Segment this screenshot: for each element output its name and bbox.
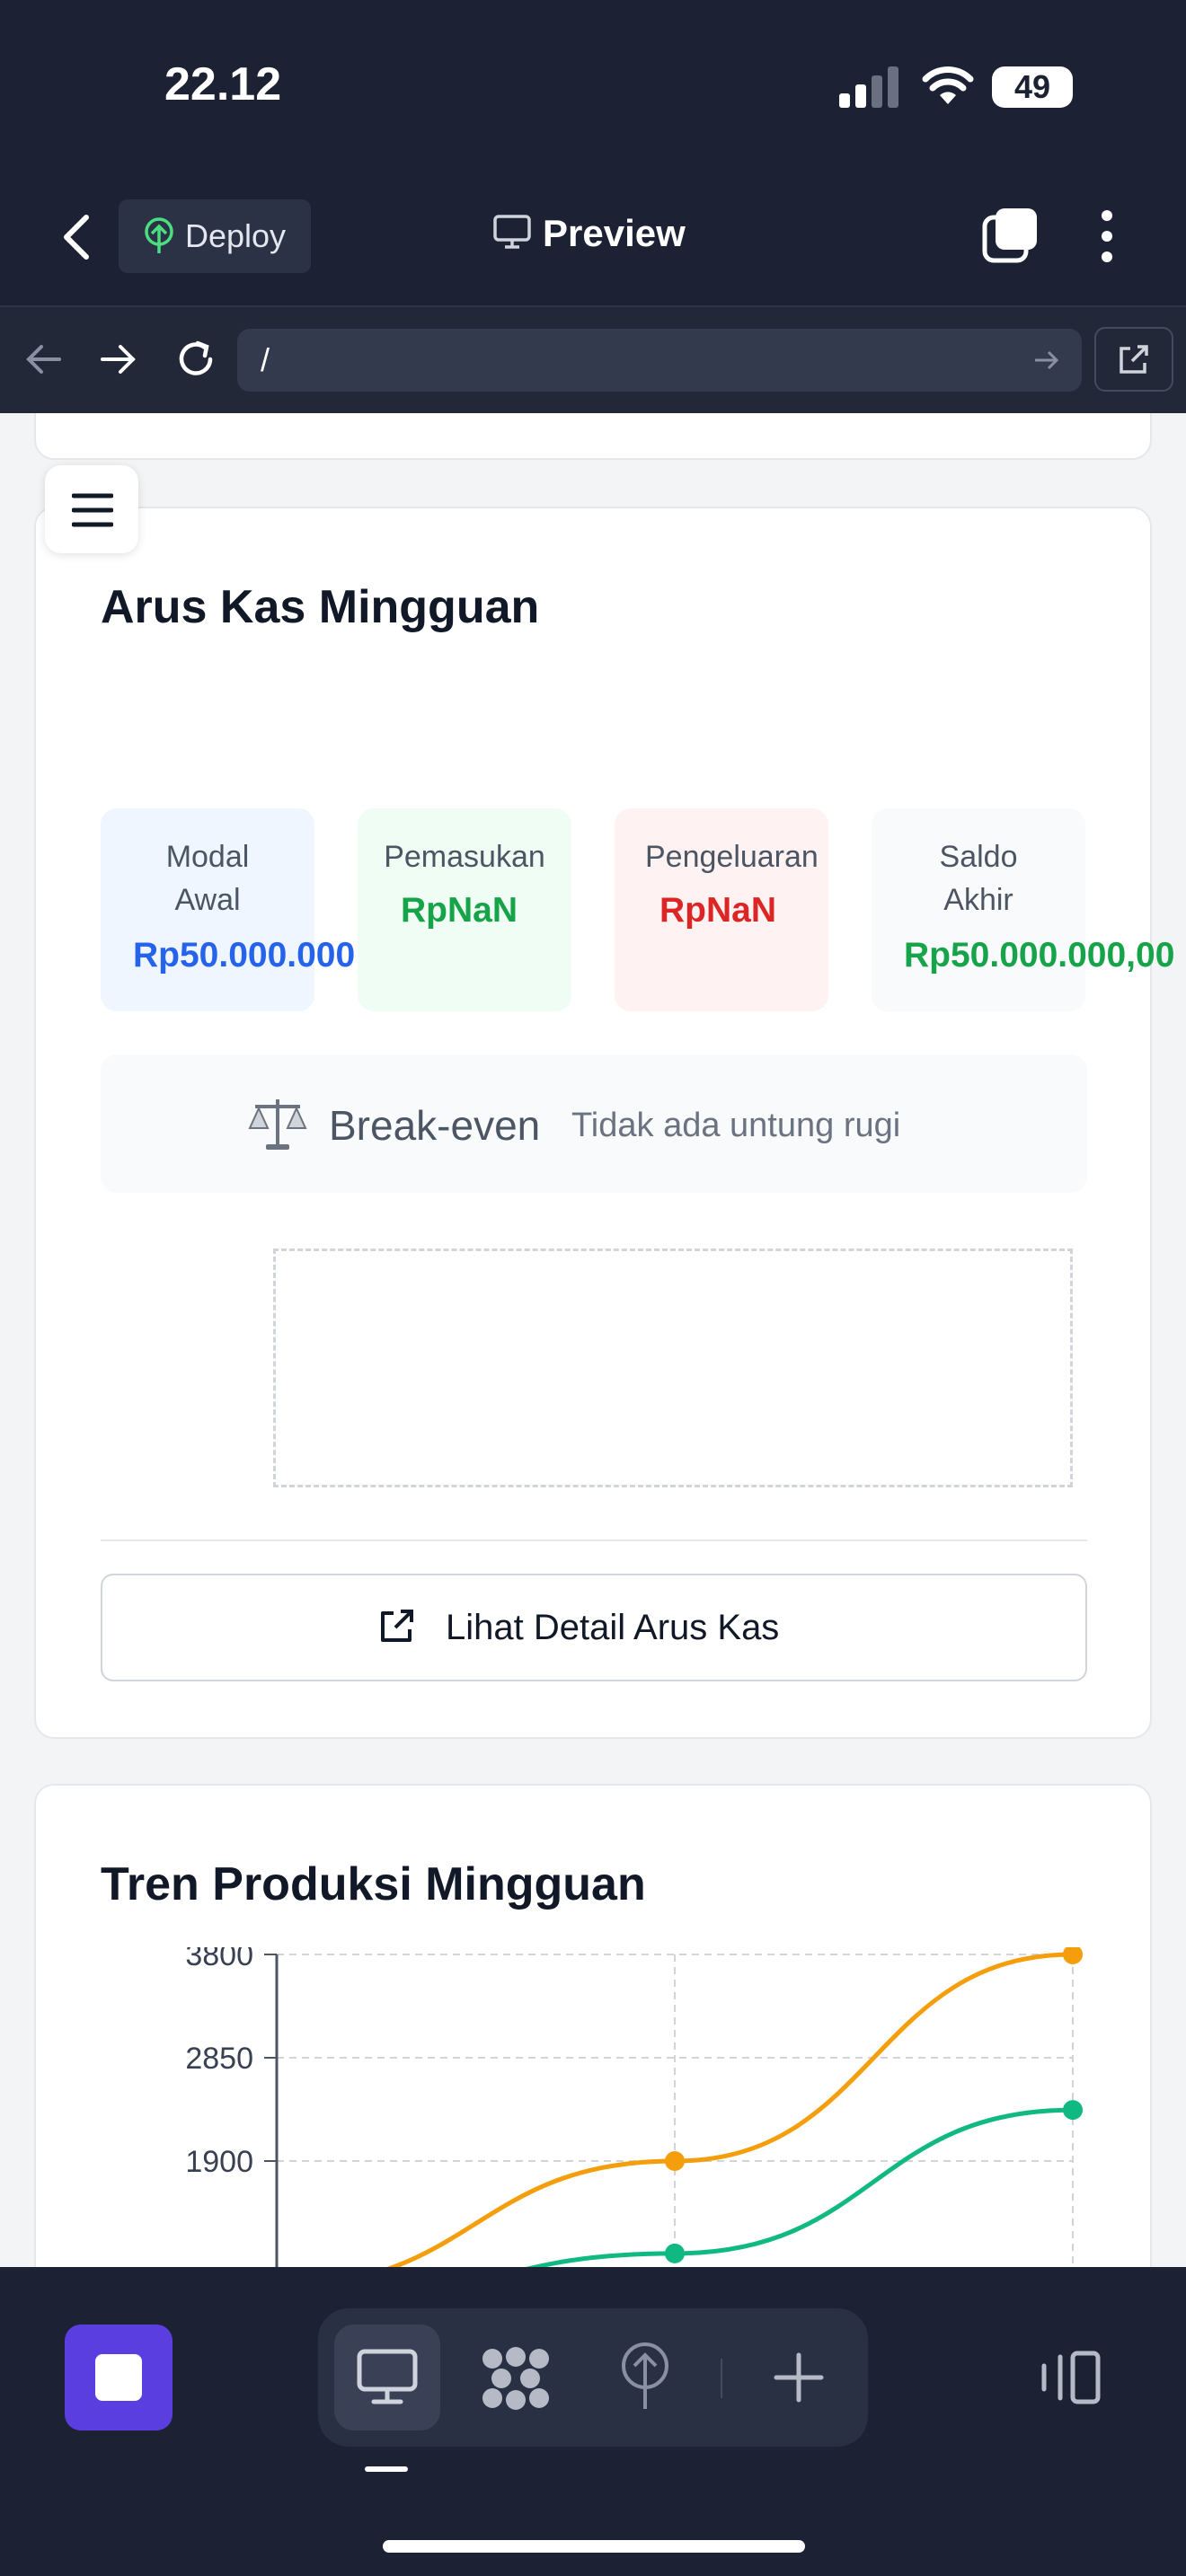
cashflow-card: Arus Kas Mingguan Modal Awal Rp50.000.000… bbox=[34, 507, 1174, 1739]
monitor-icon bbox=[357, 2349, 418, 2404]
stat-label: Pengeluaran bbox=[645, 840, 819, 874]
url-input[interactable]: / bbox=[237, 329, 1082, 392]
go-arrow-icon[interactable] bbox=[1033, 347, 1060, 374]
stat-value: Rp50.000.000,00 bbox=[904, 936, 1175, 975]
pattern-icon[interactable] bbox=[480, 2346, 552, 2411]
data-point bbox=[665, 2243, 685, 2263]
chart-placeholder bbox=[273, 1248, 1073, 1487]
open-external-button[interactable] bbox=[1094, 327, 1173, 392]
y-tick-label: 2850 bbox=[185, 2042, 253, 2076]
home-indicator bbox=[383, 2540, 805, 2553]
stat-modal-awal: Modal Awal Rp50.000.000 bbox=[101, 808, 355, 1011]
wifi-icon bbox=[922, 66, 974, 104]
balance-scale-icon bbox=[248, 1099, 307, 1150]
status-time: 22.12 bbox=[164, 58, 282, 110]
cashflow-detail-button[interactable]: Lihat Detail Arus Kas bbox=[101, 1574, 1087, 1681]
stat-label: Saldo Akhir bbox=[939, 840, 1018, 917]
stat-pemasukan: Pemasukan RpNaN bbox=[358, 808, 571, 1011]
cashflow-detail-label: Lihat Detail Arus Kas bbox=[446, 1608, 780, 1647]
previous-card bbox=[34, 413, 1152, 460]
preview-content: Arus Kas Mingguan Modal Awal Rp50.000.000… bbox=[0, 413, 1186, 2267]
tabs-icon[interactable] bbox=[981, 207, 1040, 264]
divider bbox=[101, 1539, 1087, 1541]
deploy-label: Deploy bbox=[185, 217, 287, 254]
active-tab-indicator bbox=[365, 2466, 408, 2472]
stat-value: RpNaN bbox=[659, 891, 777, 930]
deploy-icon bbox=[145, 217, 173, 253]
stat-value: Rp50.000.000 bbox=[133, 936, 356, 975]
preview-label: Preview bbox=[543, 212, 686, 254]
data-point bbox=[1063, 1947, 1083, 1964]
data-point bbox=[1063, 2100, 1083, 2121]
stat-label: Pemasukan bbox=[384, 840, 545, 874]
y-tick-label: 1900 bbox=[185, 2145, 253, 2179]
cashflow-title: Arus Kas Mingguan bbox=[101, 581, 540, 633]
reload-icon[interactable] bbox=[174, 338, 217, 381]
desktop-view-button[interactable] bbox=[334, 2325, 440, 2430]
stat-label: Modal Awal bbox=[165, 840, 250, 917]
breakeven-banner: Break-even Tidak ada untung rugi bbox=[101, 1054, 1087, 1193]
deploy-button[interactable]: Deploy bbox=[119, 199, 311, 273]
layout-toggle-icon[interactable] bbox=[1037, 2350, 1102, 2405]
stat-pengeluaran: Pengeluaran RpNaN bbox=[615, 808, 828, 1011]
breakeven-desc: Tidak ada untung rugi bbox=[571, 1107, 901, 1144]
production-title: Tren Produksi Mingguan bbox=[101, 1858, 646, 1910]
back-icon[interactable] bbox=[54, 210, 99, 264]
stop-button[interactable] bbox=[65, 2325, 173, 2430]
nav-forward-icon[interactable] bbox=[99, 341, 138, 377]
toolbar-divider bbox=[721, 2359, 722, 2398]
production-card: Tren Produksi Mingguan 3800 2850 1900 bbox=[34, 1784, 1152, 2267]
external-link-icon bbox=[381, 1610, 413, 1642]
y-tick-label: 3800 bbox=[185, 1947, 253, 1972]
nav-back-icon[interactable] bbox=[23, 341, 63, 377]
data-point bbox=[665, 2151, 685, 2171]
battery-indicator: 49 bbox=[992, 66, 1073, 108]
preview-tab[interactable]: Preview bbox=[492, 212, 686, 255]
more-vertical-icon[interactable] bbox=[1089, 208, 1125, 264]
breakeven-label: Break-even bbox=[329, 1102, 541, 1149]
deploy-icon[interactable] bbox=[616, 2341, 674, 2413]
stat-value: RpNaN bbox=[401, 891, 518, 930]
stat-saldo-akhir: Saldo Akhir Rp50.000.000,00 bbox=[872, 808, 1174, 1011]
monitor-icon bbox=[493, 215, 531, 249]
menu-button[interactable] bbox=[45, 465, 138, 553]
external-link-icon bbox=[1120, 345, 1148, 374]
signal-icon bbox=[839, 66, 898, 108]
plus-icon[interactable] bbox=[773, 2351, 825, 2404]
hamburger-icon bbox=[72, 493, 113, 527]
production-chart: 3800 2850 1900 bbox=[185, 1947, 1083, 2267]
